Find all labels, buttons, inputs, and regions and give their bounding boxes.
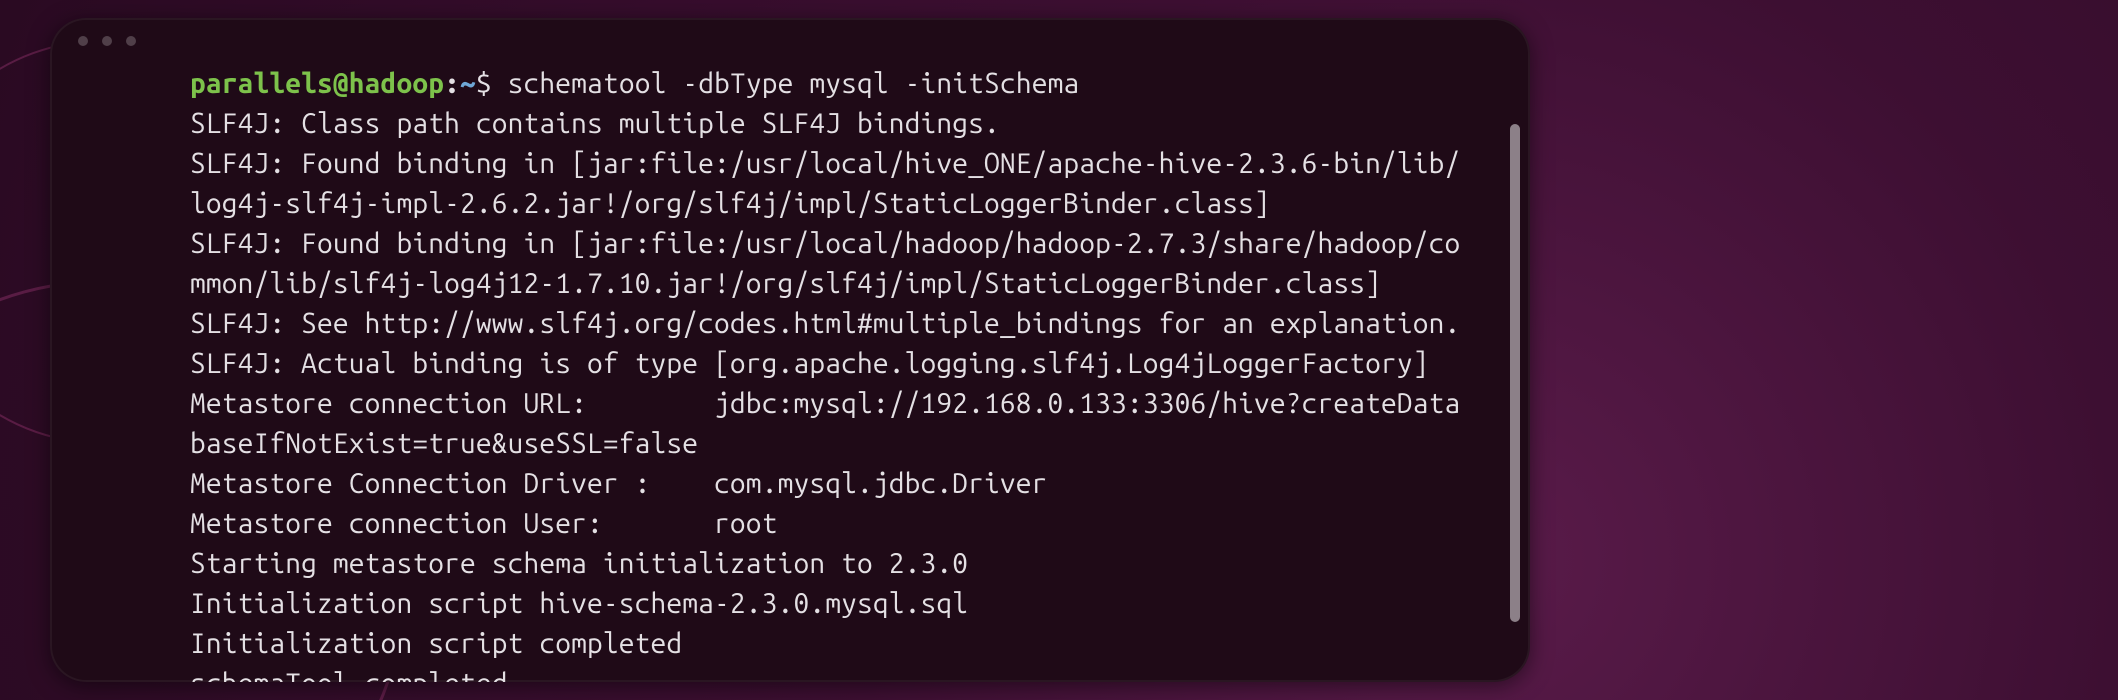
output-line: SLF4J: Actual binding is of type [org.ap…	[190, 348, 1429, 379]
output-line: Metastore Connection Driver : com.mysql.…	[190, 468, 1048, 499]
prompt-symbol: $	[476, 68, 492, 99]
scrollbar-track[interactable]	[1510, 124, 1520, 622]
window-titlebar[interactable]	[50, 18, 1530, 64]
window-control-dot[interactable]	[78, 36, 88, 46]
terminal-viewport[interactable]: parallels@hadoop:~$ schematool -dbType m…	[50, 64, 1530, 682]
prompt-sep: :	[444, 68, 460, 99]
terminal-window: parallels@hadoop:~$ schematool -dbType m…	[50, 18, 1530, 682]
terminal-content[interactable]: parallels@hadoop:~$ schematool -dbType m…	[190, 64, 1502, 682]
output-line: SLF4J: Class path contains multiple SLF4…	[190, 108, 1000, 139]
output-line: Initialization script hive-schema-2.3.0.…	[190, 588, 968, 619]
output-line: SLF4J: Found binding in [jar:file:/usr/l…	[190, 228, 1460, 259]
output-line: Starting metastore schema initialization…	[190, 548, 968, 579]
output-line: SLF4J: Found binding in [jar:file:/usr/l…	[190, 148, 1460, 179]
output-line: Metastore connection User: root	[190, 508, 778, 539]
output-line: Metastore connection URL: jdbc:mysql://1…	[190, 388, 1460, 419]
output-line: mmon/lib/slf4j-log4j12-1.7.10.jar!/org/s…	[190, 268, 1381, 299]
output-line: Initialization script completed	[190, 628, 682, 659]
prompt-userhost: parallels@hadoop	[190, 68, 444, 99]
output-line: log4j-slf4j-impl-2.6.2.jar!/org/slf4j/im…	[190, 188, 1270, 219]
output-line: SLF4J: See http://www.slf4j.org/codes.ht…	[190, 308, 1460, 339]
window-control-dot[interactable]	[102, 36, 112, 46]
prompt-path: ~	[460, 68, 476, 99]
command-text: schematool -dbType mysql -initSchema	[508, 68, 1080, 99]
window-control-dot[interactable]	[126, 36, 136, 46]
output-line: baseIfNotExist=true&useSSL=false	[190, 428, 698, 459]
scrollbar-thumb[interactable]	[1510, 124, 1520, 622]
output-line: schemaTool completed	[190, 668, 508, 682]
